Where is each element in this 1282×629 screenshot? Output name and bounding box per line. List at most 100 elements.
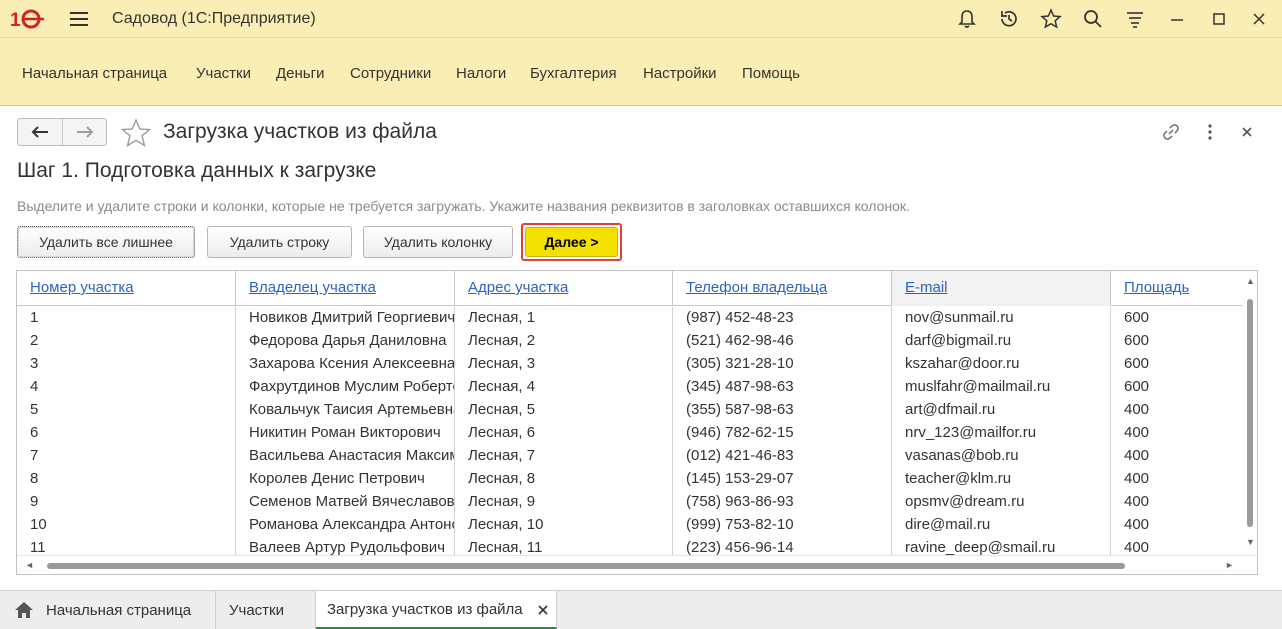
column-header-plot-number[interactable]: Номер участка	[17, 271, 236, 306]
cell-phone[interactable]: (305) 321-28-10	[673, 353, 892, 376]
cell-phone[interactable]: (145) 153-29-07	[673, 468, 892, 491]
column-header-owner[interactable]: Владелец участка	[236, 271, 455, 306]
cell-owner[interactable]: Никитин Роман Викторович	[236, 422, 455, 445]
cell-owner[interactable]: Федорова Дарья Даниловна	[236, 330, 455, 353]
cell-phone[interactable]: (521) 462-98-46	[673, 330, 892, 353]
cell-area[interactable]: 600	[1111, 353, 1243, 376]
table-row[interactable]: 3 Захарова Ксения Алексеевна Лесная, 3 (305…	[17, 353, 1243, 376]
cell-plot-number[interactable]: 3	[17, 353, 236, 376]
cell-address[interactable]: Лесная, 11	[455, 537, 673, 555]
window-tab-plots[interactable]: Участки	[216, 591, 316, 629]
section-help[interactable]: Помощь	[742, 65, 800, 82]
cell-address[interactable]: Лесная, 5	[455, 399, 673, 422]
cell-area[interactable]: 600	[1111, 376, 1243, 399]
next-button[interactable]: Далее >	[525, 227, 618, 257]
cell-address[interactable]: Лесная, 3	[455, 353, 673, 376]
cell-email[interactable]: art@dfmail.ru	[892, 399, 1111, 422]
column-header-area[interactable]: Площадь	[1111, 271, 1257, 306]
cell-owner[interactable]: Валеев Артур Рудольфович	[236, 537, 455, 555]
cell-owner[interactable]: Королев Денис Петрович	[236, 468, 455, 491]
cell-owner[interactable]: Фахрутдинов Муслим Робертович	[236, 376, 455, 399]
cell-plot-number[interactable]: 7	[17, 445, 236, 468]
window-tab-home[interactable]: Начальная страница	[0, 591, 216, 629]
cell-owner[interactable]: Ковальчук Таисия Артемьевна	[236, 399, 455, 422]
cell-address[interactable]: Лесная, 7	[455, 445, 673, 468]
cell-phone[interactable]: (999) 753-82-10	[673, 514, 892, 537]
section-employees[interactable]: Сотрудники	[350, 65, 431, 82]
delete-column-button[interactable]: Удалить колонку	[363, 226, 513, 258]
cell-plot-number[interactable]: 2	[17, 330, 236, 353]
bell-icon[interactable]	[956, 8, 978, 30]
cell-area[interactable]: 400	[1111, 422, 1243, 445]
cell-email[interactable]: teacher@klm.ru	[892, 468, 1111, 491]
cell-area[interactable]: 400	[1111, 514, 1243, 537]
delete-row-button[interactable]: Удалить строку	[207, 226, 352, 258]
favorites-star-icon[interactable]	[1040, 8, 1062, 30]
cell-plot-number[interactable]: 6	[17, 422, 236, 445]
cell-address[interactable]: Лесная, 4	[455, 376, 673, 399]
cell-owner[interactable]: Романова Александра Антоновна	[236, 514, 455, 537]
cell-email[interactable]: dire@mail.ru	[892, 514, 1111, 537]
section-settings[interactable]: Настройки	[643, 65, 717, 82]
close-form-icon[interactable]	[1236, 121, 1258, 143]
column-header-email[interactable]: E-mail	[892, 271, 1111, 306]
cell-phone[interactable]: (987) 452-48-23	[673, 307, 892, 330]
table-row[interactable]: 10Романова Александра АнтоновнаЛесная, 1…	[17, 514, 1243, 537]
cell-owner[interactable]: Новиков Дмитрий Георгиевич	[236, 307, 455, 330]
cell-email[interactable]: nrv_123@mailfor.ru	[892, 422, 1111, 445]
table-row[interactable]: 7Васильева Анастасия МаксимовнаЛесная, 7…	[17, 445, 1243, 468]
scroll-right-icon[interactable]: ►	[1225, 560, 1234, 570]
table-row[interactable]: 9 Семенов Матвей Вячеславович Лесная, 9 (75…	[17, 491, 1243, 514]
section-money[interactable]: Деньги	[276, 65, 324, 82]
add-to-favorites-star-icon[interactable]	[120, 118, 152, 148]
cell-address[interactable]: Лесная, 6	[455, 422, 673, 445]
cell-address[interactable]: Лесная, 2	[455, 330, 673, 353]
back-arrow-icon[interactable]	[30, 125, 50, 139]
cell-address[interactable]: Лесная, 9	[455, 491, 673, 514]
cell-area[interactable]: 600	[1111, 330, 1243, 353]
section-accounting[interactable]: Бухгалтерия	[530, 65, 617, 82]
cell-phone[interactable]: (758) 963-86-93	[673, 491, 892, 514]
cell-owner[interactable]: Захарова Ксения Алексеевна	[236, 353, 455, 376]
cell-phone[interactable]: (355) 587-98-63	[673, 399, 892, 422]
section-home[interactable]: Начальная страница	[22, 65, 167, 82]
cell-plot-number[interactable]: 5	[17, 399, 236, 422]
column-header-address[interactable]: Адрес участка	[455, 271, 673, 306]
cell-plot-number[interactable]: 10	[17, 514, 236, 537]
more-actions-icon[interactable]	[1199, 121, 1221, 143]
table-row[interactable]: 2 Федорова Дарья Даниловна Лесная, 2 (521) …	[17, 330, 1243, 353]
cell-plot-number[interactable]: 11	[17, 537, 236, 555]
cell-owner[interactable]: Семенов Матвей Вячеславович	[236, 491, 455, 514]
table-row[interactable]: 5 Ковальчук Таисия Артемьевна Лесная, 5 (35…	[17, 399, 1243, 422]
cell-area[interactable]: 400	[1111, 491, 1243, 514]
window-tab-import-plots[interactable]: Загрузка участков из файла	[316, 591, 557, 629]
cell-area[interactable]: 400	[1111, 468, 1243, 491]
cell-plot-number[interactable]: 9	[17, 491, 236, 514]
column-header-phone[interactable]: Телефон владельца	[673, 271, 892, 306]
cell-email[interactable]: muslfahr@mailmail.ru	[892, 376, 1111, 399]
history-icon[interactable]	[998, 8, 1020, 30]
section-taxes[interactable]: Налоги	[456, 65, 506, 82]
close-tab-icon[interactable]	[537, 604, 549, 616]
section-plots[interactable]: Участки	[196, 65, 251, 82]
scroll-up-icon[interactable]: ▲	[1246, 276, 1255, 286]
vertical-scrollbar[interactable]: ▲ ▼	[1242, 271, 1257, 555]
cell-area[interactable]: 400	[1111, 445, 1243, 468]
table-row[interactable]: 4Фахрутдинов Муслим РобертовичЛесная, 4(…	[17, 376, 1243, 399]
table-row[interactable]: 1 Новиков Дмитрий Георгиевич Лесная, 1 (987…	[17, 307, 1243, 330]
cell-email[interactable]: ravine_deep@smail.ru	[892, 537, 1111, 555]
cell-area[interactable]: 600	[1111, 307, 1243, 330]
cell-email[interactable]: nov@sunmail.ru	[892, 307, 1111, 330]
cell-email[interactable]: kszahar@door.ru	[892, 353, 1111, 376]
cell-phone[interactable]: (345) 487-98-63	[673, 376, 892, 399]
cell-address[interactable]: Лесная, 8	[455, 468, 673, 491]
table-row[interactable]: 6 Никитин Роман Викторович Лесная, 6 (946) …	[17, 422, 1243, 445]
cell-email[interactable]: darf@bigmail.ru	[892, 330, 1111, 353]
scroll-left-icon[interactable]: ◄	[25, 560, 34, 570]
horizontal-scrollbar[interactable]: ◄ ►	[17, 555, 1257, 574]
table-row[interactable]: 8 Королев Денис Петрович Лесная, 8 (145) 15…	[17, 468, 1243, 491]
minimize-icon[interactable]	[1166, 8, 1188, 30]
cell-address[interactable]: Лесная, 10	[455, 514, 673, 537]
vertical-scroll-thumb[interactable]	[1247, 299, 1253, 527]
delete-extra-button[interactable]: Удалить все лишнее	[17, 226, 195, 258]
